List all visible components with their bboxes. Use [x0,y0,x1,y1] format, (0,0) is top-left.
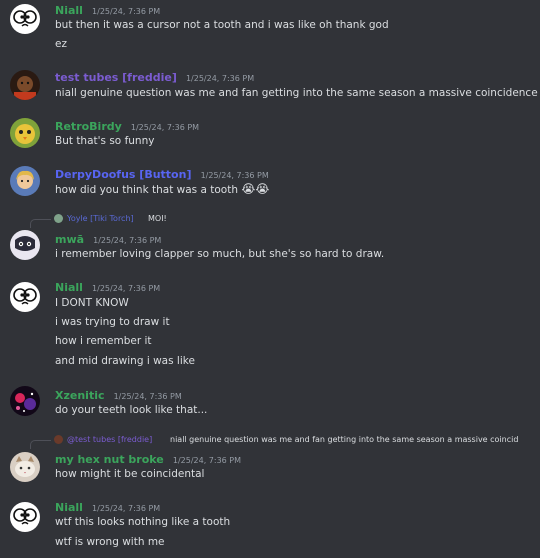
message-text: i remember loving clapper so much, but s… [55,248,385,260]
message-text: and mid drawing i was like [55,355,195,367]
message-text: but then it was a cursor not a tooth and… [55,19,389,31]
username[interactable]: RetroBirdy [55,120,122,133]
dark-portrait-icon[interactable] [10,70,40,100]
blonde-portrait-icon[interactable] [10,166,40,196]
timestamp: 1/25/24, 7:36 PM [92,7,161,16]
reply-username[interactable]: @test tubes [freddie] [67,434,152,445]
username[interactable]: my hex nut broke [55,453,164,466]
timestamp: 1/25/24, 7:36 PM [185,74,255,83]
message-text: But that's so funny [55,135,155,147]
reply-avatar-icon [54,435,63,444]
message-text: wtf this looks nothing like a tooth [55,516,231,528]
reply-spine [30,440,51,449]
reply-text: niall genuine question was me and fan ge… [170,435,519,444]
reply-text: MOI! [148,214,167,223]
message-text: i was trying to draw it [55,316,170,328]
message-text: ez [55,38,67,50]
username[interactable]: Niall [55,501,83,514]
owl-face-icon[interactable] [10,282,40,312]
username[interactable]: Niall [55,4,83,17]
mask-face-icon[interactable] [10,230,40,260]
message-text: how might it be coincidental [55,468,205,480]
loudly-crying-emoji[interactable]: 😭😭 [241,182,269,196]
yellow-bird-icon[interactable] [10,118,40,148]
timestamp: 1/25/24, 7:36 PM [92,504,161,513]
timestamp: 1/25/24, 7:36 PM [113,392,182,401]
galaxy-icon[interactable] [10,386,40,416]
timestamp: 1/25/24, 7:36 PM [130,123,200,132]
reply-username[interactable]: Yoyle [Tiki Torch] [67,213,134,224]
reply-spine [30,219,51,228]
message-text: wtf is wrong with me [55,536,165,548]
owl-face-icon[interactable] [10,4,40,34]
message-text: niall genuine question was me and fan ge… [55,87,540,99]
cat-icon[interactable] [10,452,40,482]
message-text: I DONT KNOW [55,297,129,309]
message-text: do your teeth look like that... [55,404,208,416]
timestamp: 1/25/24, 7:36 PM [93,236,162,245]
username[interactable]: test tubes [freddie] [55,71,177,84]
username[interactable]: Niall [55,281,83,294]
username[interactable]: DerpyDoofus [Button] [55,168,191,181]
username[interactable]: mwā [55,233,84,246]
timestamp: 1/25/24, 7:36 PM [200,171,269,180]
timestamp: 1/25/24, 7:36 PM [92,284,161,293]
message-text: how did you think that was a tooth [55,184,238,196]
chat-log: Niall 1/25/24, 7:36 PM but then it was a… [0,0,540,558]
timestamp: 1/25/24, 7:36 PM [172,456,242,465]
username[interactable]: Xzenitic [55,389,105,402]
message-text: how i remember it [55,335,152,347]
owl-face-icon[interactable] [10,502,40,532]
reply-avatar-icon [54,214,63,223]
